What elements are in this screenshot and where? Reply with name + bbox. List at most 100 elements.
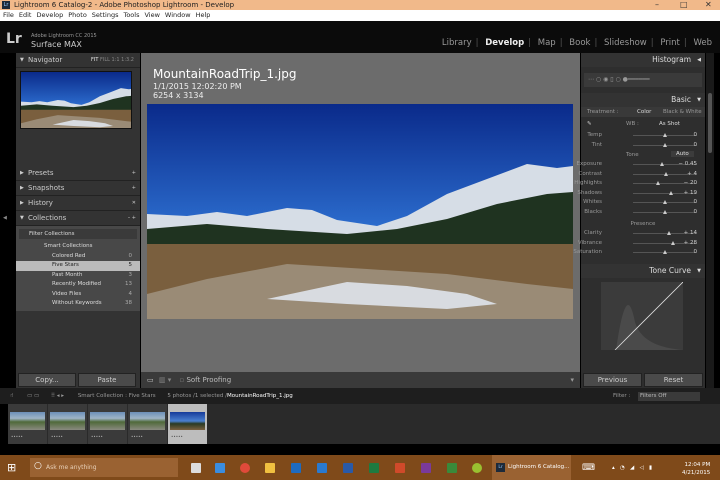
close-button[interactable]: ✕ <box>705 0 712 10</box>
collection-item[interactable]: Past Month 3 <box>16 271 140 281</box>
slider-vibrance[interactable]: Vibrance + 28 <box>578 239 705 249</box>
slider-knob[interactable] <box>663 171 668 176</box>
slider-knob[interactable] <box>662 200 667 204</box>
slider-value[interactable]: + 14 <box>684 230 697 236</box>
eyedropper-icon[interactable]: ✎ <box>587 117 592 131</box>
collection-item[interactable]: Without Keywords 38 <box>16 299 140 309</box>
collection-item[interactable]: Colored Red 0 <box>16 252 140 262</box>
maximize-button[interactable]: □ <box>680 0 688 10</box>
filmstrip-thumbnail-selected[interactable]: ••••• <box>168 404 207 444</box>
menu-file[interactable]: File <box>3 11 14 19</box>
spot-removal-icon[interactable]: ○ <box>596 76 601 83</box>
edge-icon[interactable] <box>215 463 225 473</box>
minimize-button[interactable]: – <box>655 0 659 10</box>
slider-knob[interactable] <box>659 162 664 166</box>
tone-curve-graph[interactable] <box>601 281 684 350</box>
module-slideshow[interactable]: Slideshow <box>604 38 647 48</box>
module-map[interactable]: Map <box>538 38 556 48</box>
tone-curve-header[interactable]: Tone Curve ▼ <box>581 263 705 278</box>
slider-knob[interactable] <box>666 231 671 235</box>
collection-item-selected[interactable]: Five Stars 5 <box>16 261 140 271</box>
radial-filter-icon[interactable]: ○ <box>616 76 621 83</box>
outlook-icon[interactable] <box>291 463 301 473</box>
panel-history[interactable]: ▶ History ✕ <box>16 196 140 211</box>
menu-tools[interactable]: Tools <box>123 11 139 19</box>
menu-develop[interactable]: Develop <box>36 11 63 19</box>
module-web[interactable]: Web <box>693 38 712 48</box>
slider-knob[interactable] <box>662 209 667 214</box>
module-develop[interactable]: Develop <box>485 38 524 48</box>
toolbar-menu-icon[interactable]: ▾ <box>570 372 574 388</box>
onenote-icon[interactable] <box>421 463 431 473</box>
slider-knob[interactable] <box>662 250 667 254</box>
menu-settings[interactable]: Settings <box>92 11 119 19</box>
slider-highlights[interactable]: Highlights − 20 <box>574 179 705 189</box>
start-button-windows-icon[interactable]: ⊞ <box>7 462 16 473</box>
panel-presets[interactable]: ▶ Presets + <box>16 166 140 181</box>
project-icon[interactable] <box>447 463 457 473</box>
wb-dropdown[interactable]: As Shot <box>659 117 680 131</box>
tray-icons[interactable]: ▴ ◔ ◢ ◁ ▮ <box>612 465 652 471</box>
slider-knob[interactable] <box>662 133 667 137</box>
graduated-filter-icon[interactable]: ▯ <box>610 76 613 83</box>
slider-value[interactable]: + 4 <box>687 171 697 177</box>
menu-help[interactable]: Help <box>196 11 211 19</box>
chrome-icon[interactable] <box>240 463 250 473</box>
slider-whites[interactable]: Whites 0 <box>581 198 705 208</box>
slider-contrast[interactable]: Contrast + 4 <box>578 170 705 180</box>
slider-blacks[interactable]: Blacks 0 <box>581 208 705 218</box>
grid-icon[interactable]: ▭ ▭ <box>27 393 39 399</box>
navigator-preview[interactable] <box>20 71 132 129</box>
before-after-icon[interactable]: ▥ ▾ <box>159 376 171 384</box>
zoom-fill[interactable]: FILL <box>100 57 110 63</box>
filter-collections-input[interactable]: Filter Collections <box>19 229 137 239</box>
adjustment-brush-icon[interactable]: ●━━━━━━ <box>623 76 650 83</box>
slider-value[interactable]: 0 <box>694 199 698 205</box>
filmstrip-thumbnail[interactable]: ••••• <box>128 404 167 444</box>
menu-view[interactable]: View <box>144 11 159 19</box>
slider-temp[interactable]: Temp 0 <box>581 131 705 141</box>
copy-button[interactable]: Copy... <box>18 373 76 387</box>
lync-icon[interactable] <box>317 463 327 473</box>
smart-collections-folder[interactable]: Smart Collections <box>16 242 140 252</box>
left-panel-collapse[interactable]: ◀ <box>3 215 7 221</box>
reset-button[interactable]: Reset <box>644 373 703 387</box>
red-eye-icon[interactable]: ◉ <box>603 76 608 83</box>
filmstrip-thumbnail[interactable]: ••••• <box>8 404 47 444</box>
menu-photo[interactable]: Photo <box>68 11 87 19</box>
taskbar-lightroom-app[interactable]: Lr Lightroom 6 Catalog... <box>492 455 571 480</box>
slider-value[interactable]: 0 <box>694 132 698 138</box>
main-photo[interactable] <box>147 104 573 319</box>
keyboard-icon[interactable]: ⌨ <box>582 463 595 473</box>
slider-clarity[interactable]: Clarity + 14 <box>581 229 705 239</box>
slider-tint[interactable]: Tint 0 <box>581 141 705 151</box>
slider-exposure[interactable]: Exposure − 0.45 <box>577 160 705 170</box>
cortana-search-box[interactable]: Ask me anything <box>30 458 178 477</box>
task-view-icon[interactable] <box>191 463 201 473</box>
filmstrip-source[interactable]: Smart Collection : Five Stars <box>78 393 156 399</box>
paste-button[interactable]: Paste <box>78 373 136 387</box>
slider-value[interactable]: + 19 <box>684 190 697 196</box>
panel-collections[interactable]: ▼ Collections – + <box>16 211 140 226</box>
slider-value[interactable]: 0 <box>694 142 698 148</box>
auto-tone-button[interactable]: Auto <box>671 151 694 157</box>
filter-dropdown[interactable]: Filters Off <box>638 392 700 401</box>
powerpoint-icon[interactable] <box>395 463 405 473</box>
filmstrip-thumbnail[interactable]: ••••• <box>48 404 87 444</box>
slider-value[interactable]: 0 <box>694 209 698 215</box>
secondary-window-icon[interactable]: ☝ <box>10 393 13 399</box>
collection-item[interactable]: Recently Modified 13 <box>16 280 140 290</box>
right-panel-scrollbar[interactable] <box>706 53 714 388</box>
treatment-bw[interactable]: Black & White <box>663 107 702 117</box>
slider-value[interactable]: + 28 <box>684 240 697 246</box>
nav-arrows[interactable]: ⠿ ◂ ▸ <box>51 393 64 399</box>
slider-knob[interactable] <box>668 190 673 195</box>
slider-shadows[interactable]: Shadows + 19 <box>577 189 705 199</box>
file-explorer-icon[interactable] <box>265 463 275 473</box>
slider-knob[interactable] <box>656 181 661 185</box>
excel-icon[interactable] <box>369 463 379 473</box>
clock[interactable]: 12:04 PM 4/21/2015 <box>682 461 710 477</box>
menu-edit[interactable]: Edit <box>19 11 32 19</box>
collection-item[interactable]: Video Files 4 <box>16 290 140 300</box>
filmstrip-thumbnail[interactable]: ••••• <box>88 404 127 444</box>
